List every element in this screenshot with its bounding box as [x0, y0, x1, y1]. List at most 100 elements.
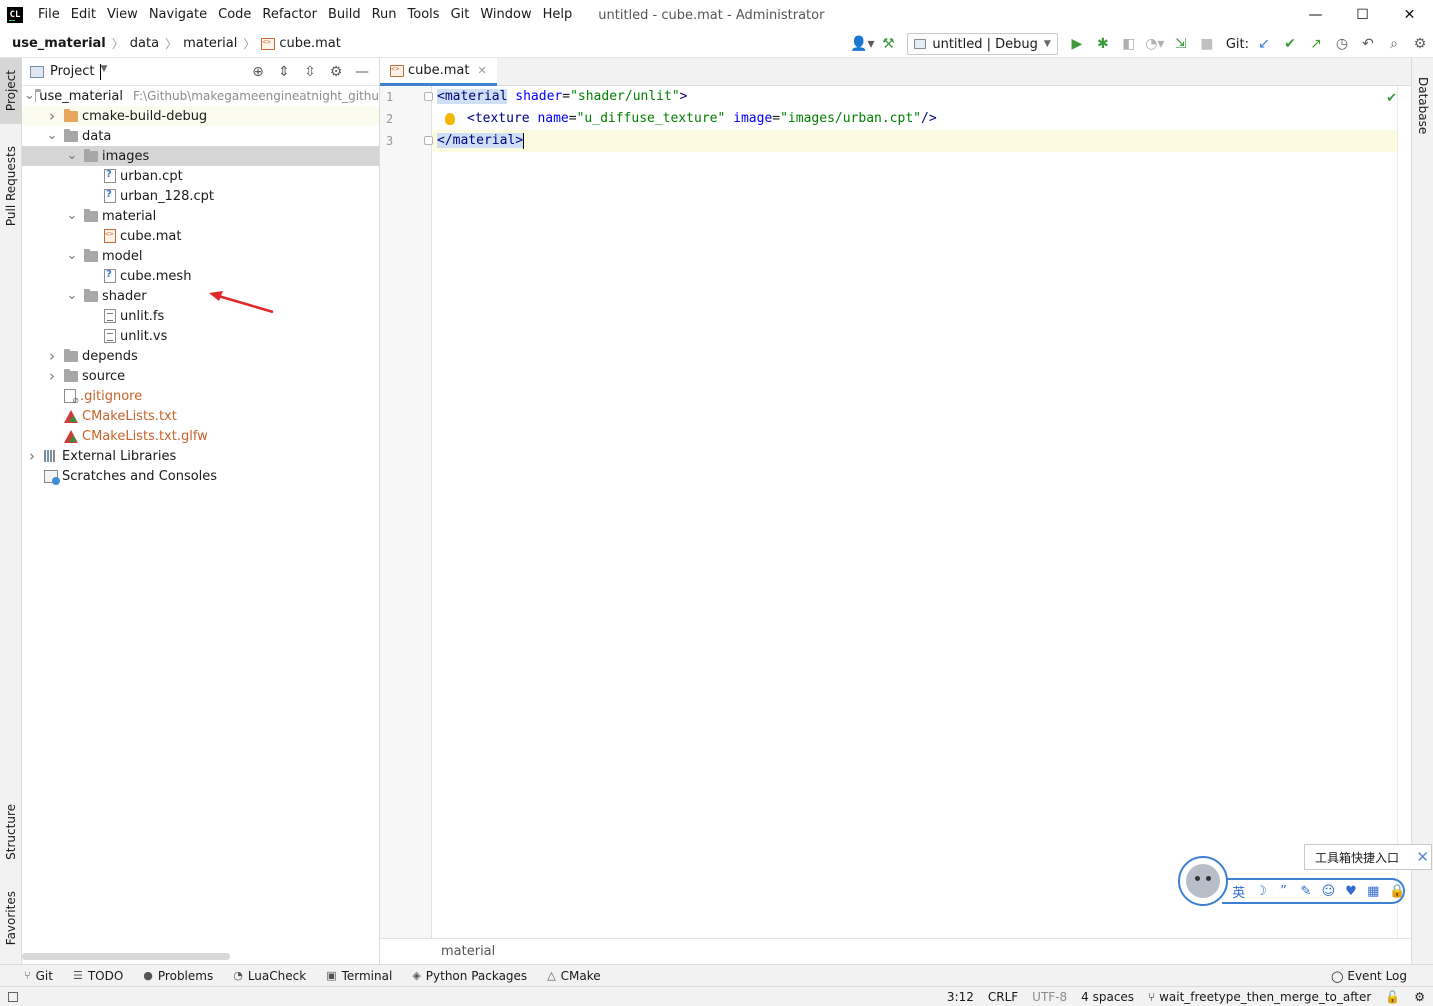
tool-tab-cmake[interactable]: △ CMake: [547, 969, 600, 983]
menu-help[interactable]: Help: [538, 0, 579, 30]
tree-item-gitignore[interactable]: .gitignore: [22, 386, 379, 406]
locate-file-icon[interactable]: ⊕: [245, 61, 271, 83]
tree-item-use-material[interactable]: ⌄ use_material F:\Github\makegameengineatn…: [22, 86, 379, 106]
chevron-down-icon[interactable]: ▼: [100, 63, 107, 80]
hide-panel-icon[interactable]: —: [349, 61, 375, 83]
breadcrumb-data[interactable]: data: [130, 36, 159, 51]
breadcrumb-project[interactable]: use_material: [12, 36, 106, 51]
chevron-down-icon[interactable]: ⌄: [64, 289, 80, 302]
git-push-icon[interactable]: ↗: [1303, 33, 1329, 55]
menu-window[interactable]: Window: [475, 0, 537, 30]
stripe-tab-project[interactable]: Project: [0, 58, 22, 124]
search-icon[interactable]: ⌕: [1381, 33, 1407, 55]
git-branch-widget[interactable]: ⑂ wait_freetype_then_merge_to_after: [1148, 990, 1371, 1004]
chevron-right-icon[interactable]: ›: [44, 367, 60, 385]
breadcrumb-material[interactable]: material: [183, 36, 237, 51]
menu-build[interactable]: Build: [323, 0, 367, 30]
tree-item-material[interactable]: ⌄ material: [22, 206, 379, 226]
line-separator[interactable]: CRLF: [988, 990, 1018, 1004]
inspector-icon[interactable]: ⚙: [1414, 990, 1425, 1004]
ime-skin-icon[interactable]: ♥: [1344, 884, 1357, 899]
menu-run[interactable]: Run: [367, 0, 403, 30]
close-button[interactable]: ✕: [1386, 0, 1433, 30]
ime-language-icon[interactable]: 英: [1232, 882, 1245, 901]
stripe-tab-database[interactable]: Database: [1412, 66, 1433, 146]
tree-item-external-libraries[interactable]: › External Libraries: [22, 446, 379, 466]
ime-punctuation-icon[interactable]: ”: [1277, 884, 1290, 899]
tool-tab-luacheck[interactable]: ◔ LuaCheck: [233, 969, 306, 983]
build-hammer-icon[interactable]: ⚒: [875, 33, 901, 55]
ime-emoji-icon[interactable]: ☺: [1322, 884, 1336, 899]
menu-navigate[interactable]: Navigate: [144, 0, 213, 30]
menu-file[interactable]: File: [33, 0, 66, 30]
tree-item-depends[interactable]: › depends: [22, 346, 379, 366]
git-commit-icon[interactable]: ✔: [1277, 33, 1303, 55]
settings-gear-icon[interactable]: ⚙: [1407, 33, 1433, 55]
chevron-right-icon[interactable]: ›: [44, 107, 60, 125]
tree-item-data[interactable]: ⌄ data: [22, 126, 379, 146]
tree-item-urban-cpt[interactable]: urban.cpt: [22, 166, 379, 186]
tree-item-cmakelists-txt[interactable]: CMakeLists.txt: [22, 406, 379, 426]
fold-icon[interactable]: [424, 136, 433, 145]
profile-icon[interactable]: ◔▾: [1142, 33, 1168, 55]
chevron-right-icon[interactable]: ›: [44, 347, 60, 365]
tree-item-cmakelists-txt-glfw[interactable]: CMakeLists.txt.glfw: [22, 426, 379, 446]
project-panel-title[interactable]: Project: [50, 64, 94, 79]
maximize-button[interactable]: ☐: [1339, 0, 1386, 30]
run-config-select[interactable]: untitled | Debug ▼: [907, 33, 1058, 55]
event-log-button[interactable]: ◯ Event Log: [1331, 965, 1407, 987]
horizontal-scrollbar[interactable]: [22, 953, 230, 960]
stripe-tab-pull-requests[interactable]: Pull Requests: [0, 138, 22, 234]
chevron-down-icon[interactable]: ⌄: [24, 89, 35, 102]
caret-position[interactable]: 3:12: [947, 990, 974, 1004]
rollback-icon[interactable]: ↶: [1355, 33, 1381, 55]
indent-setting[interactable]: 4 spaces: [1081, 990, 1134, 1004]
tree-item-unlit-fs[interactable]: unlit.fs: [22, 306, 379, 326]
attach-debugger-icon[interactable]: ⇲: [1168, 33, 1194, 55]
breadcrumb-file[interactable]: cube.mat: [279, 36, 341, 51]
menu-edit[interactable]: Edit: [66, 0, 102, 30]
stripe-tab-favorites[interactable]: Favorites: [0, 880, 22, 956]
ime-avatar-icon[interactable]: [1178, 856, 1228, 906]
vertical-scrollbar[interactable]: [1397, 86, 1411, 938]
chevron-down-icon[interactable]: ⌄: [64, 249, 80, 262]
fold-icon[interactable]: [424, 92, 433, 101]
tool-tab-problems[interactable]: ● Problems: [143, 969, 213, 983]
close-tab-icon[interactable]: ✕: [478, 64, 487, 77]
chevron-down-icon[interactable]: ⌄: [44, 129, 60, 142]
intention-bulb-icon[interactable]: [445, 112, 455, 125]
stop-icon[interactable]: ■: [1194, 33, 1220, 55]
tool-tab-terminal[interactable]: ▣ Terminal: [326, 969, 392, 983]
history-icon[interactable]: ◷: [1329, 33, 1355, 55]
tree-item-shader[interactable]: ⌄ shader: [22, 286, 379, 306]
menu-code[interactable]: Code: [213, 0, 257, 30]
minimize-button[interactable]: —: [1292, 0, 1339, 30]
tree-item-cube-mesh[interactable]: cube.mesh: [22, 266, 379, 286]
expand-all-icon[interactable]: ⇕: [271, 61, 297, 83]
user-icon[interactable]: 👤▾: [849, 33, 875, 55]
panel-settings-gear-icon[interactable]: ⚙: [323, 61, 349, 83]
debug-icon[interactable]: ✱: [1090, 33, 1116, 55]
ime-moon-icon[interactable]: ☽: [1254, 884, 1267, 899]
tree-item-model[interactable]: ⌄ model: [22, 246, 379, 266]
tree-item-unlit-vs[interactable]: unlit.vs: [22, 326, 379, 346]
chevron-right-icon[interactable]: ›: [24, 447, 40, 465]
ime-lock-icon[interactable]: 🔒: [1389, 884, 1405, 899]
chevron-down-icon[interactable]: ⌄: [64, 149, 80, 162]
file-encoding[interactable]: UTF-8: [1032, 990, 1067, 1004]
ime-grid-icon[interactable]: ▦: [1367, 884, 1380, 899]
read-only-lock-icon[interactable]: 🔓: [1385, 990, 1400, 1004]
menu-git[interactable]: Git: [446, 0, 476, 30]
tool-tab-python-packages[interactable]: ◈ Python Packages: [412, 969, 527, 983]
tree-item-cmake-build-debug[interactable]: › cmake-build-debug: [22, 106, 379, 126]
code-editor[interactable]: <material shader="shader/unlit"> <textur…: [433, 86, 1397, 938]
menu-view[interactable]: View: [102, 0, 144, 30]
tree-item-scratches-and-consoles[interactable]: Scratches and Consoles: [22, 466, 379, 486]
tool-tab-git[interactable]: ⑂ Git: [24, 969, 53, 983]
menu-refactor[interactable]: Refactor: [257, 0, 323, 30]
tool-tab-todo[interactable]: ☰ TODO: [73, 969, 123, 983]
tree-item-urban-128-cpt[interactable]: urban_128.cpt: [22, 186, 379, 206]
menu-tools[interactable]: Tools: [403, 0, 446, 30]
collapse-all-icon[interactable]: ⇳: [297, 61, 323, 83]
tree-item-images[interactable]: ⌄ images: [22, 146, 379, 166]
